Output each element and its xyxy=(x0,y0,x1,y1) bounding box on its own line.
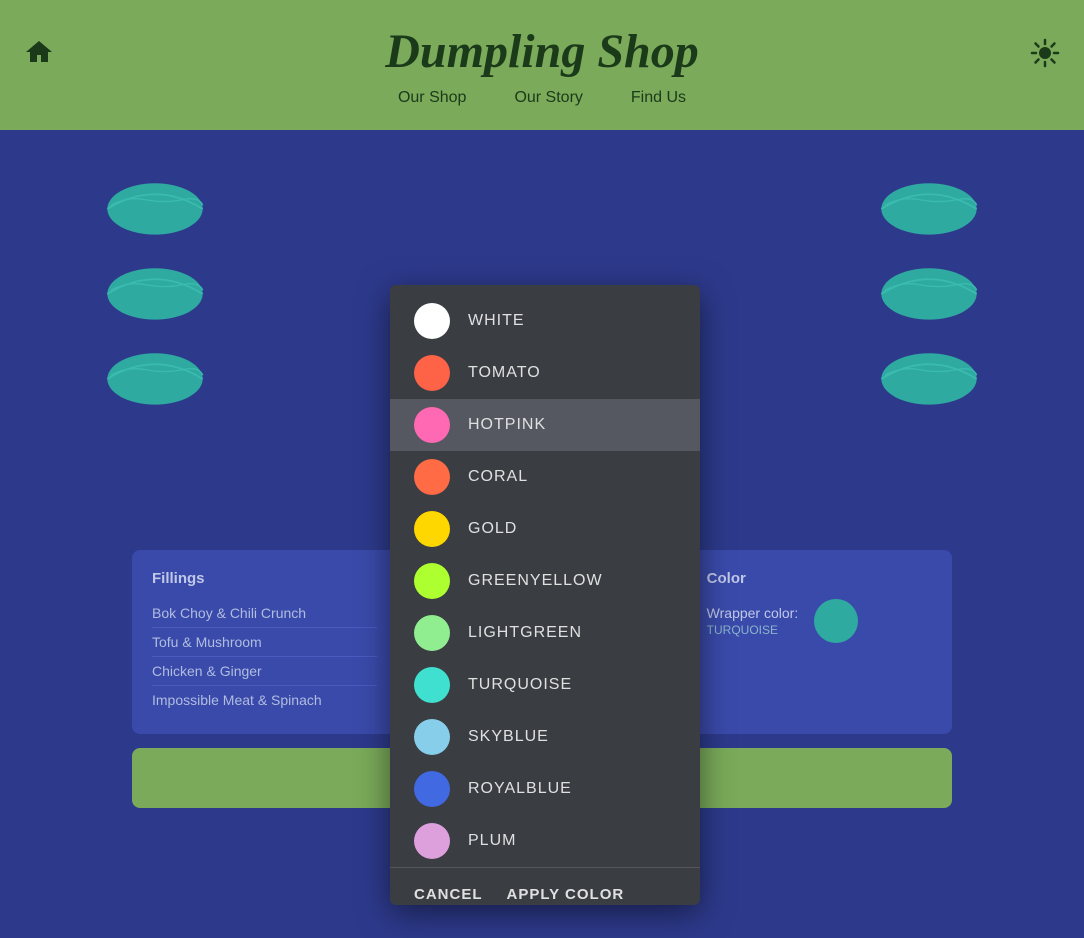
color-option-greenyellow[interactable]: GREENYELLOW xyxy=(390,555,700,607)
color-label-gold: GOLD xyxy=(468,520,517,538)
color-option-plum[interactable]: PLUM xyxy=(390,815,700,867)
color-label-tomato: TOMATO xyxy=(468,364,541,382)
color-label-hotpink: HOTPINK xyxy=(468,416,546,434)
filling-item-2[interactable]: Tofu & Mushroom xyxy=(152,628,377,657)
cancel-button[interactable]: CANCEL xyxy=(414,882,483,905)
color-dot-turquoise xyxy=(414,667,450,703)
color-option-gold[interactable]: GOLD xyxy=(390,503,700,555)
nav-find-us[interactable]: Find Us xyxy=(631,89,686,107)
current-color-swatch[interactable] xyxy=(814,599,858,643)
dumpling-6 xyxy=(874,340,984,405)
main-content: Fillings Bok Choy & Chili Crunch Tofu & … xyxy=(0,130,1084,938)
dumpling-5 xyxy=(874,255,984,320)
dumpling-1 xyxy=(100,170,210,235)
color-label-plum: PLUM xyxy=(468,832,516,850)
color-label-royalblue: ROYALBLUE xyxy=(468,780,572,798)
color-dot-skyblue xyxy=(414,719,450,755)
color-option-coral[interactable]: CORAL xyxy=(390,451,700,503)
fillings-panel: Fillings Bok Choy & Chili Crunch Tofu & … xyxy=(132,550,397,734)
home-icon[interactable] xyxy=(24,38,54,71)
dumpling-3 xyxy=(100,340,210,405)
color-options-list: WHITE TOMATO HOTPINK CORAL GOLD GREENYELLOW LI… xyxy=(390,295,700,867)
color-option-royalblue[interactable]: ROYALBLUE xyxy=(390,763,700,815)
color-dot-plum xyxy=(414,823,450,859)
color-option-skyblue[interactable]: SKYBLUE xyxy=(390,711,700,763)
brightness-icon[interactable] xyxy=(1030,38,1060,73)
color-label-white: WHITE xyxy=(468,312,525,330)
nav-our-story[interactable]: Our Story xyxy=(514,89,582,107)
color-panel-container: Color Wrapper color: TURQUOISE xyxy=(687,550,952,734)
color-dot-tomato xyxy=(414,355,450,391)
filling-item-4[interactable]: Impossible Meat & Spinach xyxy=(152,686,377,714)
color-dot-gold xyxy=(414,511,450,547)
color-option-tomato[interactable]: TOMATO xyxy=(390,347,700,399)
color-dot-hotpink xyxy=(414,407,450,443)
left-dumpling-col xyxy=(100,170,210,540)
apply-color-button[interactable]: APPLY COLOR xyxy=(507,882,625,905)
color-label-coral: CORAL xyxy=(468,468,528,486)
picker-actions: CANCEL APPLY COLOR xyxy=(390,867,700,905)
color-dot-greenyellow xyxy=(414,563,450,599)
color-panel-title: Color xyxy=(707,570,932,587)
wrapper-color-info: Wrapper color: TURQUOISE xyxy=(707,605,799,637)
color-option-lightgreen[interactable]: LIGHTGREEN xyxy=(390,607,700,659)
right-dumpling-col xyxy=(874,170,984,540)
dumpling-2 xyxy=(100,255,210,320)
color-dot-white xyxy=(414,303,450,339)
nav-our-shop[interactable]: Our Shop xyxy=(398,89,466,107)
color-option-white[interactable]: WHITE xyxy=(390,295,700,347)
wrapper-color-value: TURQUOISE xyxy=(707,623,799,637)
wrapper-color-label: Wrapper color: xyxy=(707,605,799,621)
site-title: Dumpling Shop xyxy=(385,24,698,79)
color-label-lightgreen: LIGHTGREEN xyxy=(468,624,582,642)
color-label-greenyellow: GREENYELLOW xyxy=(468,572,603,590)
color-label-skyblue: SKYBLUE xyxy=(468,728,549,746)
header: Dumpling Shop Our Shop Our Story Find Us xyxy=(0,0,1084,130)
dumpling-4 xyxy=(874,170,984,235)
filling-item-3[interactable]: Chicken & Ginger xyxy=(152,657,377,686)
color-dot-royalblue xyxy=(414,771,450,807)
header-nav: Our Shop Our Story Find Us xyxy=(398,89,686,107)
color-picker-dropdown: WHITE TOMATO HOTPINK CORAL GOLD GREENYELLOW LI… xyxy=(390,285,700,905)
color-dot-lightgreen xyxy=(414,615,450,651)
color-option-turquoise[interactable]: TURQUOISE xyxy=(390,659,700,711)
color-label-turquoise: TURQUOISE xyxy=(468,676,572,694)
filling-item-1[interactable]: Bok Choy & Chili Crunch xyxy=(152,599,377,628)
wrapper-color-row: Wrapper color: TURQUOISE xyxy=(707,599,932,643)
color-dot-coral xyxy=(414,459,450,495)
color-option-hotpink[interactable]: HOTPINK xyxy=(390,399,700,451)
fillings-title: Fillings xyxy=(152,570,377,587)
